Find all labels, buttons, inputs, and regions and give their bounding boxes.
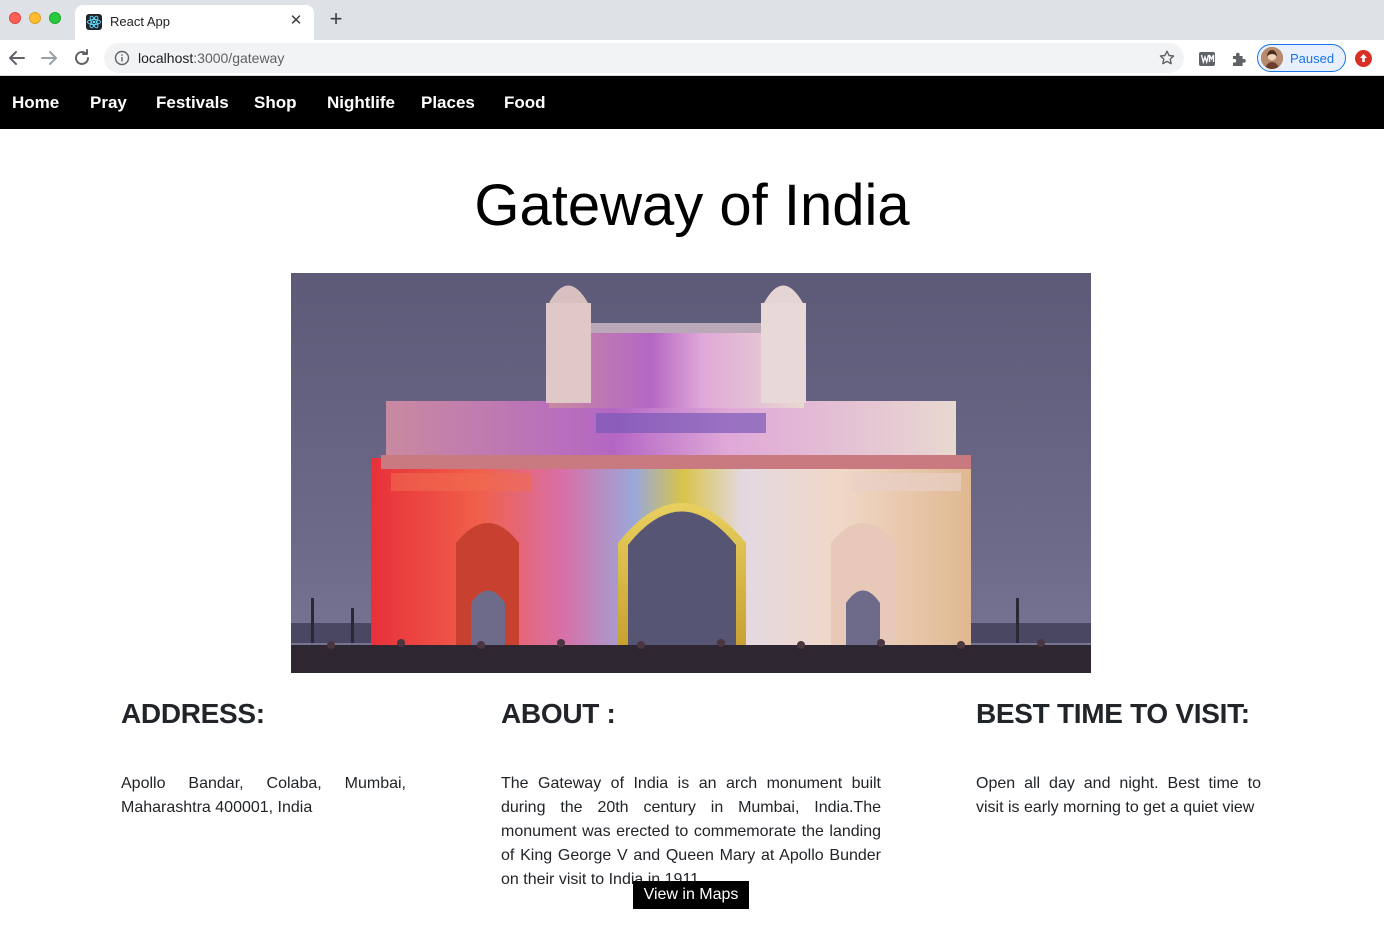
nav-link-nightlife[interactable]: Nightlife: [327, 93, 395, 113]
close-tab-icon[interactable]: ✕: [288, 13, 304, 29]
browser-tab[interactable]: React App ✕: [75, 5, 314, 40]
browser-toolbar: localhost:3000/gateway Paused: [0, 40, 1384, 76]
address-text: Apollo Bandar, Colaba, Mumbai, Maharasht…: [121, 775, 406, 816]
avatar: [1261, 47, 1283, 69]
tab-title: React App: [110, 14, 170, 29]
close-window-button[interactable]: [9, 12, 21, 24]
wm-extension-icon[interactable]: [1198, 50, 1216, 68]
gateway-hero-image: [291, 273, 1091, 673]
page-title: Gateway of India: [474, 173, 910, 238]
best-time-heading: BEST TIME TO VISIT:: [976, 698, 1250, 729]
update-icon[interactable]: [1355, 50, 1372, 67]
arrow-right-icon[interactable]: [37, 46, 61, 70]
address-section: ADDRESS: Apollo Bandar, Colaba, Mumbai, …: [121, 698, 406, 820]
nav-link-festivals[interactable]: Festivals: [156, 93, 229, 113]
profile-status-label: Paused: [1290, 51, 1335, 66]
url-host: localhost: [138, 50, 194, 66]
profile-button[interactable]: Paused: [1257, 44, 1346, 72]
info-icon[interactable]: [114, 50, 130, 66]
best-time-section: BEST TIME TO VISIT: Open all day and nig…: [976, 698, 1261, 820]
star-icon[interactable]: [1158, 49, 1176, 67]
url-text: localhost:3000/gateway: [138, 50, 284, 66]
nav-link-home[interactable]: Home: [12, 93, 59, 113]
minimize-window-button[interactable]: [29, 12, 41, 24]
about-text: The Gateway of India is an arch monument…: [501, 775, 881, 888]
nav-link-shop[interactable]: Shop: [254, 93, 297, 113]
nav-link-food[interactable]: Food: [504, 93, 546, 113]
address-bar[interactable]: localhost:3000/gateway: [104, 43, 1184, 73]
maximize-window-button[interactable]: [49, 12, 61, 24]
about-section: ABOUT : The Gateway of India is an arch …: [501, 698, 881, 892]
site-navbar: Home Pray Festivals Shop Nightlife Place…: [0, 76, 1384, 129]
puzzle-icon[interactable]: [1230, 50, 1248, 68]
url-path: :3000/gateway: [193, 50, 285, 66]
address-heading: ADDRESS:: [121, 698, 265, 729]
reload-icon[interactable]: [70, 46, 94, 70]
view-in-maps-button[interactable]: View in Maps: [633, 881, 749, 909]
about-heading: ABOUT :: [501, 698, 616, 729]
nav-link-pray[interactable]: Pray: [90, 93, 127, 113]
best-time-text: Open all day and night. Best time to vis…: [976, 775, 1261, 816]
new-tab-button[interactable]: +: [325, 8, 347, 30]
browser-tab-strip: React App ✕ +: [0, 0, 1384, 40]
nav-link-places[interactable]: Places: [421, 93, 475, 113]
react-logo-icon: [86, 14, 102, 30]
arrow-left-icon[interactable]: [5, 46, 29, 70]
